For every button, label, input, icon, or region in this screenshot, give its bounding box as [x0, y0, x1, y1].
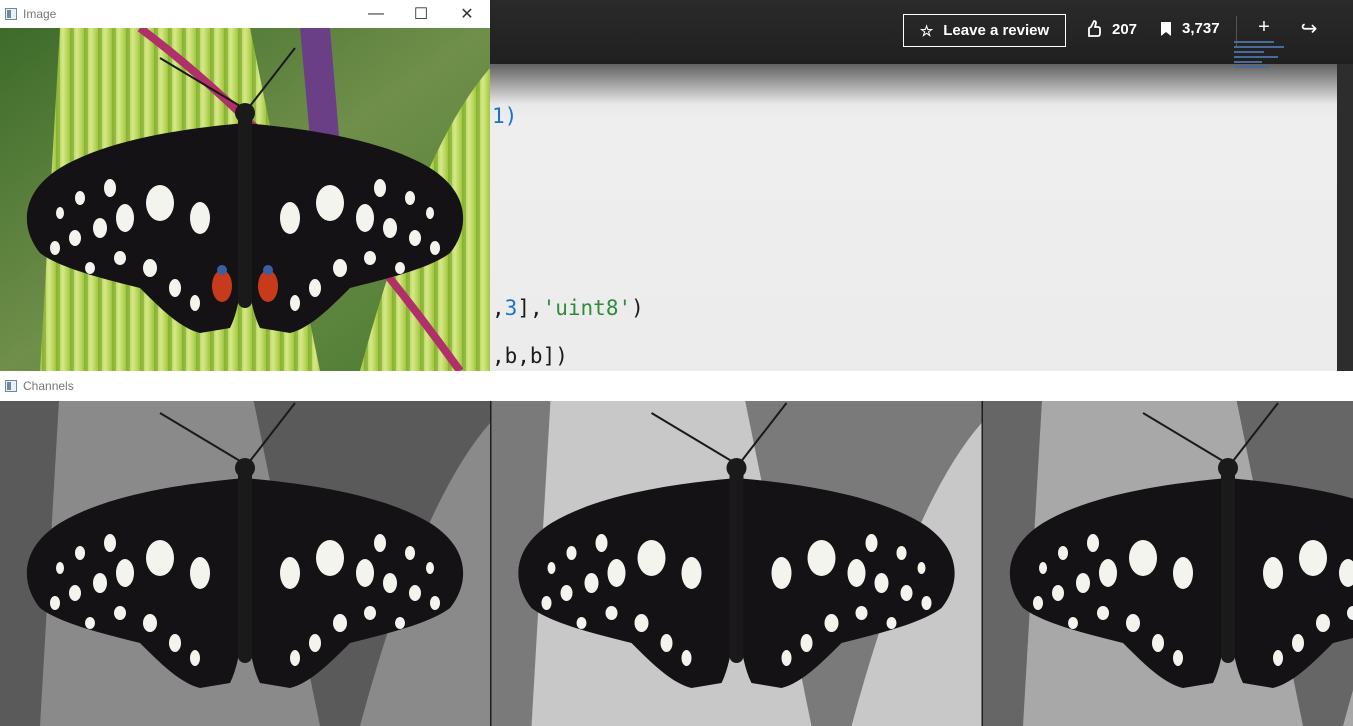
butterfly-color-image — [0, 28, 490, 371]
thumbs-up-icon — [1088, 20, 1101, 37]
code-minimap — [1234, 38, 1290, 80]
code-line-3: ,b,b]) — [492, 344, 568, 368]
likes-stat[interactable]: 207 — [1086, 20, 1137, 38]
code-token-string: 'uint8' — [542, 296, 632, 320]
code-line-2: ,3],'uint8') — [492, 296, 644, 320]
minimize-icon[interactable]: — — [353, 0, 399, 28]
review-label: Leave a review — [943, 22, 1050, 39]
blue-channel-image — [0, 401, 490, 726]
red-channel-image — [983, 401, 1353, 726]
window-icon — [5, 380, 17, 392]
image-window-titlebar[interactable]: Image — ☐ ✕ — [0, 0, 490, 28]
code-token-paren: ) — [631, 296, 644, 320]
code-token-bracket: ], — [517, 296, 543, 320]
green-channel-image — [490, 401, 983, 726]
channels-window-titlebar[interactable]: Channels — [0, 371, 1353, 401]
code-top-shadow — [490, 64, 1337, 104]
code-token-args: ,b,b]) — [492, 344, 568, 368]
bookmarks-count: 3,737 — [1182, 20, 1220, 37]
code-token-comma: , — [492, 296, 505, 320]
window-title: Image — [23, 7, 57, 21]
bookmark-icon — [1161, 21, 1171, 36]
star-icon: ☆ — [919, 22, 934, 40]
close-icon[interactable]: ✕ — [444, 0, 490, 28]
maximize-icon[interactable]: ☐ — [398, 0, 444, 28]
window-icon — [5, 8, 17, 20]
window-title: Channels — [23, 379, 74, 393]
code-token-number: 3 — [504, 296, 518, 320]
bookmarks-stat[interactable]: 3,737 — [1160, 20, 1220, 37]
likes-count: 207 — [1112, 20, 1138, 38]
code-editor-area — [490, 64, 1337, 372]
plus-icon[interactable]: + — [1252, 16, 1276, 39]
code-token-number: 1) — [492, 104, 518, 128]
player-scrollbar[interactable] — [1337, 64, 1353, 372]
code-line-1: 1) — [492, 104, 517, 128]
share-icon[interactable]: ↪ — [1297, 16, 1321, 41]
leave-review-button[interactable]: ☆ Leave a review — [903, 14, 1066, 47]
